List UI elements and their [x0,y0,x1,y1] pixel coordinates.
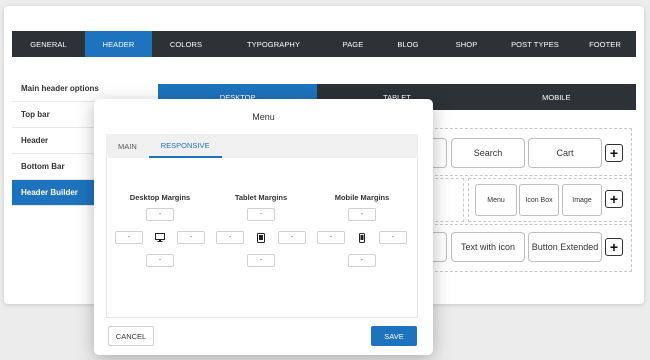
builder-element-partial[interactable] [433,138,447,168]
builder-element-image[interactable]: Image [562,184,602,216]
modal-body: Desktop Margins - - - - Tablet Margins -… [106,158,418,318]
margin-bottom-input[interactable]: - [348,254,376,267]
margin-top-input[interactable]: - [146,208,174,221]
modal-title: Menu [252,112,275,122]
save-button[interactable]: SAVE [371,326,417,346]
margin-top-input[interactable]: - [348,208,376,221]
group-label: Tablet Margins [234,193,288,202]
tab-header[interactable]: HEADER [85,31,152,57]
builder-element-icon-box[interactable]: Icon Box [519,184,559,216]
tab-mobile[interactable]: MOBILE [477,84,636,110]
tab-main[interactable]: MAIN [106,134,149,158]
tab-blog[interactable]: BLOG [379,31,437,57]
margin-right-input[interactable]: - [278,231,306,244]
cancel-button[interactable]: CANCEL [108,326,154,346]
tab-page[interactable]: PAGE [327,31,379,57]
menu-modal: Menu MAIN RESPONSIVE Desktop Margins - -… [94,99,433,355]
tab-general[interactable]: GENERAL [12,31,85,57]
tablet-icon [247,231,275,244]
builder-row-middle-left [430,178,464,222]
tab-responsive[interactable]: RESPONSIVE [148,134,222,158]
builder-element-button-extended[interactable]: Button Extended [528,232,602,262]
margin-top-input[interactable]: - [247,208,275,221]
tab-footer[interactable]: FOOTER [574,31,636,57]
add-element-button[interactable]: + [605,190,623,208]
margin-left-input[interactable]: - [115,231,143,244]
margin-right-input[interactable]: - [177,231,205,244]
mobile-icon [348,231,376,244]
tab-post-types[interactable]: POST TYPES [496,31,574,57]
margin-left-input[interactable]: - [216,231,244,244]
builder-element-text-with-icon[interactable]: Text with icon [451,232,525,262]
margin-bottom-input[interactable]: - [247,254,275,267]
builder-element-menu[interactable]: Menu [475,184,517,216]
tab-typography[interactable]: TYPOGRAPHY [220,31,327,57]
add-element-button[interactable]: + [605,144,623,162]
desktop-icon [146,231,174,244]
add-element-button[interactable]: + [605,238,623,256]
builder-element-search[interactable]: Search [451,138,525,168]
builder-element-cart[interactable]: Cart [528,138,602,168]
top-nav: GENERAL HEADER COLORS TYPOGRAPHY PAGE BL… [12,31,636,57]
margin-right-input[interactable]: - [379,231,407,244]
tab-shop[interactable]: SHOP [437,31,496,57]
group-label: Desktop Margins [129,193,191,202]
modal-tabs: MAIN RESPONSIVE [106,134,418,158]
builder-element-partial[interactable] [433,232,447,262]
margin-left-input[interactable]: - [317,231,345,244]
group-label: Mobile Margins [334,193,390,202]
margin-bottom-input[interactable]: - [146,254,174,267]
tab-colors[interactable]: COLORS [152,31,220,57]
